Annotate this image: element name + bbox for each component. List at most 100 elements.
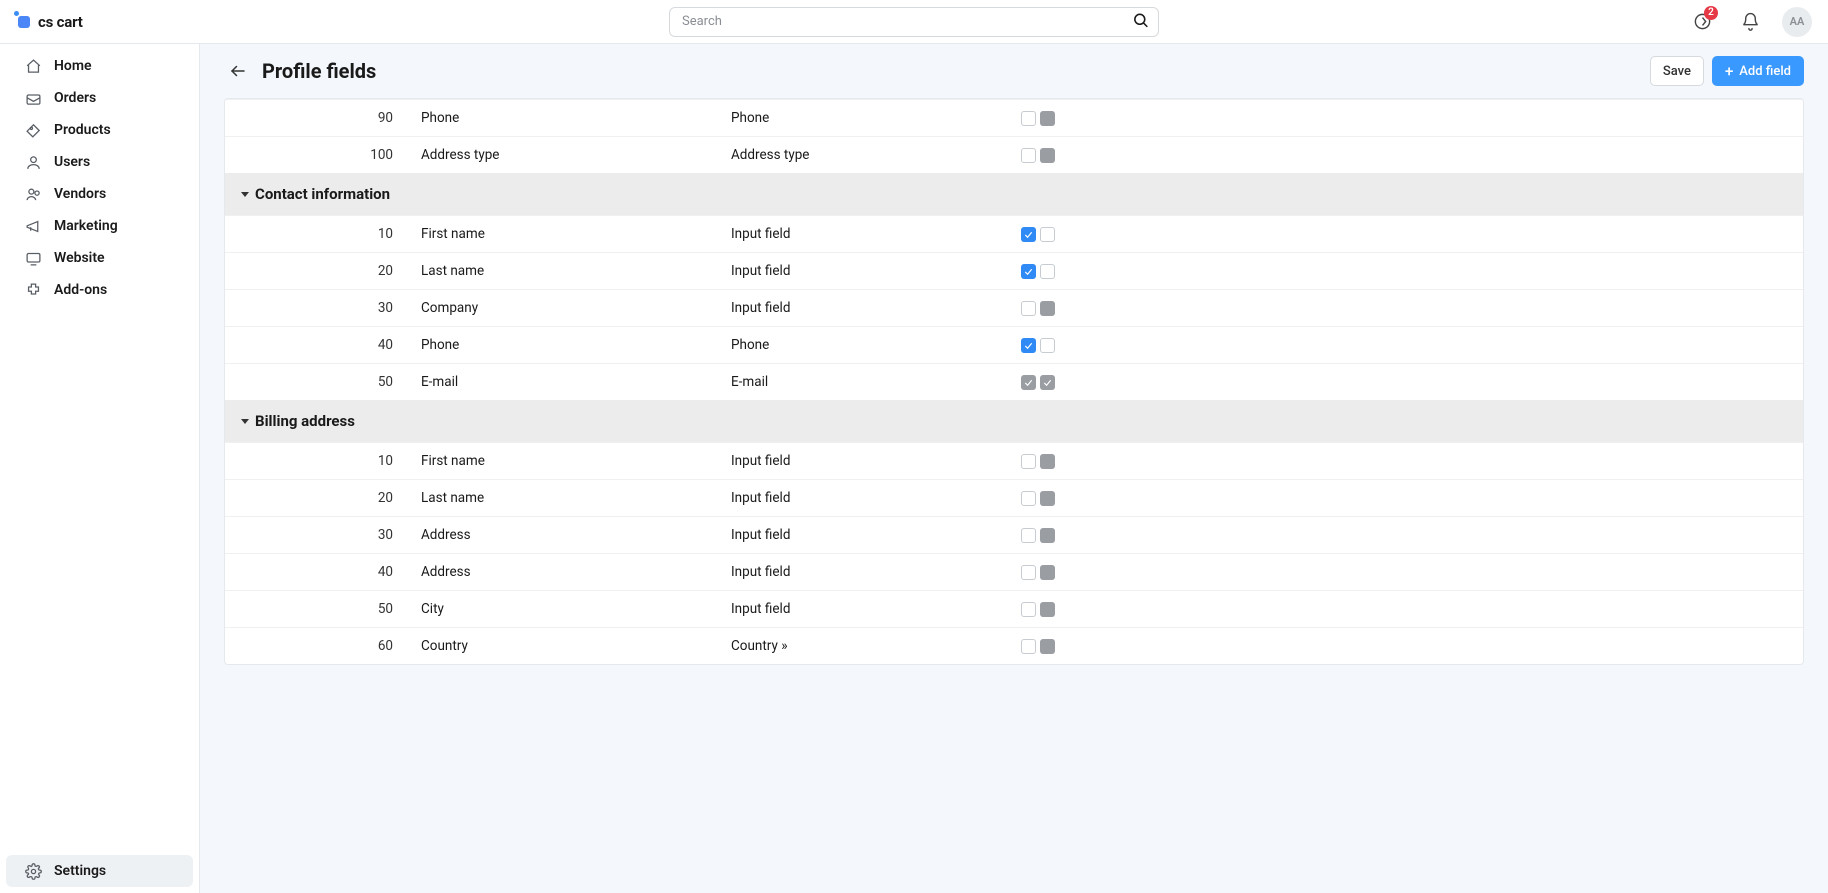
gear-icon bbox=[24, 862, 42, 880]
search-icon[interactable] bbox=[1132, 11, 1149, 32]
field-row[interactable]: 40PhonePhone bbox=[225, 326, 1803, 363]
checkbox[interactable] bbox=[1021, 301, 1036, 316]
checkbox[interactable] bbox=[1021, 111, 1036, 126]
field-row[interactable]: 90PhonePhone bbox=[225, 99, 1803, 136]
field-type: E-mail bbox=[731, 374, 1021, 390]
page-title: Profile fields bbox=[262, 59, 376, 83]
field-position: 20 bbox=[331, 490, 421, 506]
field-row[interactable]: 40AddressInput field bbox=[225, 553, 1803, 590]
add-field-button[interactable]: + Add field bbox=[1712, 56, 1804, 86]
sidebar-item-marketing[interactable]: Marketing bbox=[6, 210, 193, 242]
field-row[interactable]: 10First nameInput field bbox=[225, 442, 1803, 479]
field-type: Input field bbox=[731, 527, 1021, 543]
updates-icon[interactable]: 2 bbox=[1686, 6, 1718, 38]
checkbox-disabled bbox=[1040, 148, 1055, 163]
field-position: 40 bbox=[331, 337, 421, 353]
checkbox-checked[interactable] bbox=[1021, 264, 1036, 279]
user-avatar[interactable]: AA bbox=[1782, 7, 1812, 37]
field-description: Company bbox=[421, 300, 731, 316]
plus-icon: + bbox=[1725, 64, 1733, 79]
field-position: 10 bbox=[331, 453, 421, 469]
search-input[interactable] bbox=[669, 7, 1159, 37]
field-type: Input field bbox=[731, 490, 1021, 506]
updates-badge: 2 bbox=[1704, 6, 1718, 20]
field-description: Last name bbox=[421, 263, 731, 279]
add-field-label: Add field bbox=[1739, 64, 1791, 79]
sidebar-item-label: Home bbox=[54, 58, 92, 74]
checkbox[interactable] bbox=[1021, 639, 1036, 654]
sidebar-item-vendors[interactable]: Vendors bbox=[6, 178, 193, 210]
field-checkboxes bbox=[1021, 338, 1221, 353]
field-row[interactable]: 30CompanyInput field bbox=[225, 289, 1803, 326]
main-content: Profile fields Save + Add field 90PhoneP… bbox=[200, 44, 1828, 705]
sidebar-item-orders[interactable]: Orders bbox=[6, 82, 193, 114]
checkbox[interactable] bbox=[1021, 602, 1036, 617]
field-checkboxes bbox=[1021, 264, 1221, 279]
field-description: Last name bbox=[421, 490, 731, 506]
field-checkboxes bbox=[1021, 602, 1221, 617]
checkbox[interactable] bbox=[1040, 227, 1055, 242]
brand-name: cs cart bbox=[38, 13, 83, 31]
checkbox[interactable] bbox=[1021, 565, 1036, 580]
field-type: Input field bbox=[731, 226, 1021, 242]
section-heading[interactable]: Billing address bbox=[225, 400, 1803, 442]
field-position: 10 bbox=[331, 226, 421, 242]
sidebar-item-label: Orders bbox=[54, 90, 96, 106]
field-type: Address type bbox=[731, 147, 1021, 163]
field-row[interactable]: 50CityInput field bbox=[225, 590, 1803, 627]
checkbox[interactable] bbox=[1021, 528, 1036, 543]
field-description: E-mail bbox=[421, 374, 731, 390]
field-checkboxes bbox=[1021, 639, 1221, 654]
back-button[interactable] bbox=[224, 57, 252, 85]
marketing-icon bbox=[24, 217, 42, 235]
fields-table: 90PhonePhone100Address typeAddress typeC… bbox=[224, 98, 1804, 665]
field-description: First name bbox=[421, 453, 731, 469]
orders-icon bbox=[24, 89, 42, 107]
checkbox[interactable] bbox=[1021, 491, 1036, 506]
field-description: City bbox=[421, 601, 731, 617]
field-position: 20 bbox=[331, 263, 421, 279]
global-search bbox=[669, 7, 1159, 37]
field-checkboxes bbox=[1021, 301, 1221, 316]
checkbox-locked bbox=[1021, 375, 1036, 390]
checkbox[interactable] bbox=[1021, 454, 1036, 469]
brand-logo[interactable]: cs cart bbox=[16, 13, 83, 31]
users-icon bbox=[24, 153, 42, 171]
sidebar-item-users[interactable]: Users bbox=[6, 146, 193, 178]
field-row[interactable]: 20Last nameInput field bbox=[225, 479, 1803, 516]
field-row[interactable]: 10First nameInput field bbox=[225, 215, 1803, 252]
field-checkboxes bbox=[1021, 565, 1221, 580]
section-title: Billing address bbox=[255, 412, 355, 430]
sidebar-item-home[interactable]: Home bbox=[6, 50, 193, 82]
field-row[interactable]: 100Address typeAddress type bbox=[225, 136, 1803, 173]
section-heading[interactable]: Contact information bbox=[225, 173, 1803, 215]
sidebar-item-settings[interactable]: Settings bbox=[6, 855, 193, 887]
field-checkboxes bbox=[1021, 111, 1221, 126]
field-position: 90 bbox=[331, 110, 421, 126]
checkbox-locked bbox=[1040, 375, 1055, 390]
checkbox[interactable] bbox=[1040, 264, 1055, 279]
field-checkboxes bbox=[1021, 454, 1221, 469]
field-type: Input field bbox=[731, 564, 1021, 580]
notifications-icon[interactable] bbox=[1734, 6, 1766, 38]
field-checkboxes bbox=[1021, 491, 1221, 506]
field-checkboxes bbox=[1021, 227, 1221, 242]
checkbox-disabled bbox=[1040, 491, 1055, 506]
field-type: Phone bbox=[731, 110, 1021, 126]
checkbox-checked[interactable] bbox=[1021, 338, 1036, 353]
field-row[interactable]: 60CountryCountry » bbox=[225, 627, 1803, 664]
sidebar-item-website[interactable]: Website bbox=[6, 242, 193, 274]
checkbox-disabled bbox=[1040, 111, 1055, 126]
field-position: 50 bbox=[331, 601, 421, 617]
caret-down-icon bbox=[241, 419, 249, 424]
checkbox-disabled bbox=[1040, 565, 1055, 580]
sidebar-item-products[interactable]: Products bbox=[6, 114, 193, 146]
field-row[interactable]: 20Last nameInput field bbox=[225, 252, 1803, 289]
save-button[interactable]: Save bbox=[1650, 56, 1704, 86]
sidebar-item-add-ons[interactable]: Add-ons bbox=[6, 274, 193, 306]
checkbox[interactable] bbox=[1021, 148, 1036, 163]
checkbox[interactable] bbox=[1040, 338, 1055, 353]
field-row[interactable]: 30AddressInput field bbox=[225, 516, 1803, 553]
checkbox-checked[interactable] bbox=[1021, 227, 1036, 242]
field-row[interactable]: 50E-mailE-mail bbox=[225, 363, 1803, 400]
